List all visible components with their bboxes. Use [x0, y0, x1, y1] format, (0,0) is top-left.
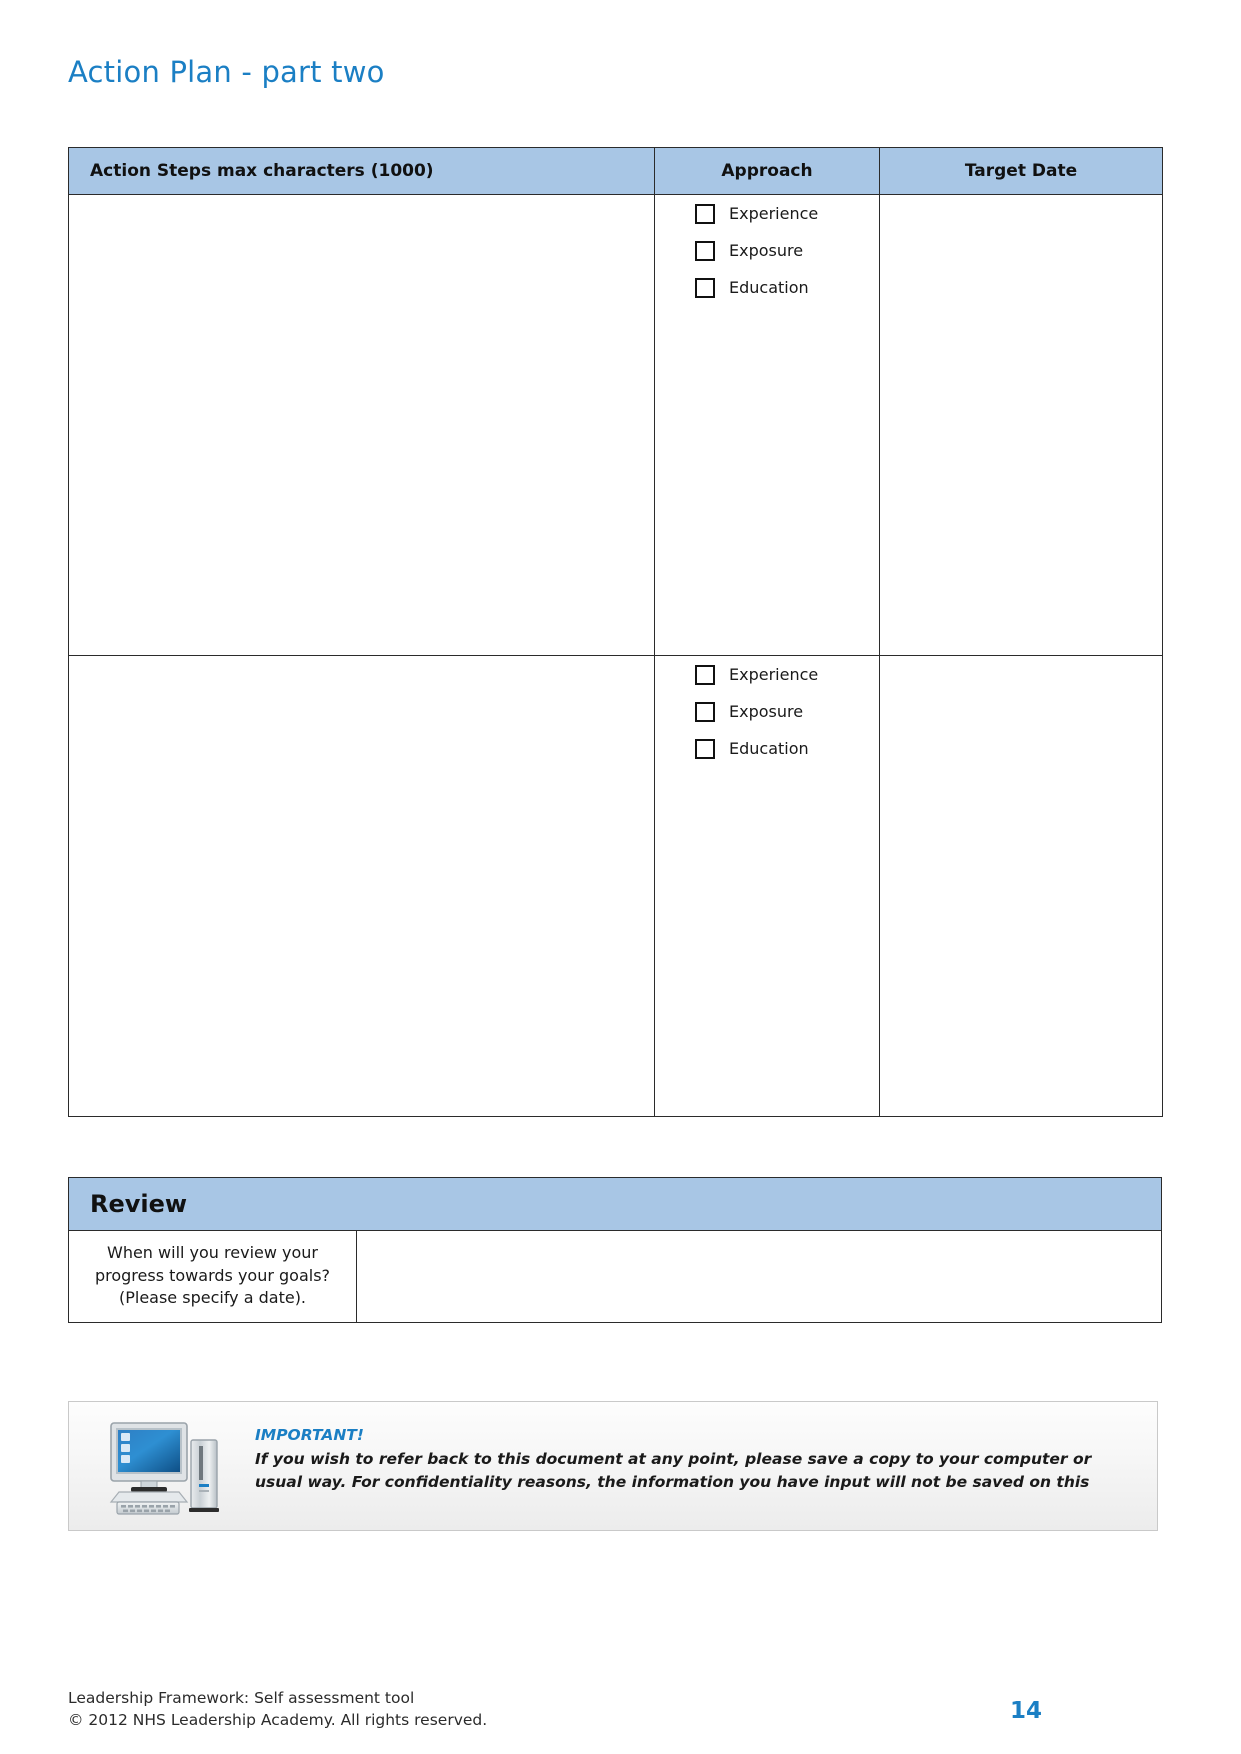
- review-table: Review When will you review your progres…: [68, 1177, 1162, 1323]
- list-item[interactable]: Exposure: [695, 232, 879, 269]
- action-table-header-row: Action Steps max characters (1000) Appro…: [68, 147, 1163, 195]
- important-notice-text: IMPORTANT! If you wish to refer back to …: [255, 1424, 1241, 1495]
- list-item[interactable]: Education: [695, 730, 879, 767]
- review-date-input[interactable]: [356, 1230, 1162, 1323]
- checkbox-label-exposure-row-2: Exposure: [729, 702, 804, 721]
- important-notice-box: IMPORTANT! If you wish to refer back to …: [68, 1401, 1158, 1531]
- list-item[interactable]: Education: [695, 269, 879, 306]
- checkbox-label-experience-row-1: Experience: [729, 204, 819, 223]
- review-heading: Review: [68, 1177, 1162, 1231]
- list-item[interactable]: Experience: [695, 656, 879, 693]
- checkbox-education-row-1[interactable]: [695, 277, 715, 298]
- column-header-action-steps: Action Steps max characters (1000): [68, 147, 655, 195]
- review-question-row: When will you review your progress towar…: [68, 1230, 1162, 1323]
- important-notice-title: IMPORTANT!: [255, 1426, 364, 1444]
- target-date-input-row-2[interactable]: [879, 655, 1163, 1117]
- important-notice-line-2: usual way. For confidentiality reasons, …: [255, 1473, 1090, 1492]
- checkbox-label-experience-row-2: Experience: [729, 665, 819, 684]
- column-header-approach: Approach: [654, 147, 880, 195]
- page-number: 14: [1010, 1698, 1043, 1724]
- desktop-computer-icon: [109, 1422, 219, 1515]
- approach-checkbox-group-row-1: Experience Exposure Education: [655, 195, 879, 306]
- review-question-line-1: When will you review your: [107, 1243, 318, 1262]
- important-notice-line-1: If you wish to refer back to this docume…: [255, 1449, 1092, 1468]
- checkbox-education-row-2[interactable]: [695, 738, 715, 759]
- action-plan-table: Action Steps max characters (1000) Appro…: [68, 147, 1163, 1117]
- review-question-label: When will you review your progress towar…: [68, 1230, 357, 1323]
- list-item[interactable]: Exposure: [695, 693, 879, 730]
- table-row: Experience Exposure Education: [68, 194, 1163, 656]
- approach-cell-row-1: Experience Exposure Education: [654, 194, 880, 656]
- page-title: Action Plan - part two: [68, 55, 385, 89]
- approach-cell-row-2: Experience Exposure Education: [654, 655, 880, 1117]
- approach-checkbox-group-row-2: Experience Exposure Education: [655, 656, 879, 767]
- review-question-line-3: (Please specify a date).: [118, 1288, 307, 1308]
- checkbox-label-education-row-1: Education: [729, 278, 809, 297]
- footer-line-2: © 2012 NHS Leadership Academy. All right…: [68, 1711, 488, 1730]
- footer: Leadership Framework: Self assessment to…: [68, 1687, 487, 1732]
- action-steps-input-row-2[interactable]: [68, 655, 655, 1117]
- checkbox-experience-row-2[interactable]: [695, 664, 715, 685]
- checkbox-label-exposure-row-1: Exposure: [729, 241, 804, 260]
- column-header-action-steps-label: Action Steps max characters (1000): [90, 161, 434, 181]
- review-header-row: Review: [68, 1177, 1162, 1231]
- checkbox-label-education-row-2: Education: [729, 739, 809, 758]
- checkbox-exposure-row-1[interactable]: [695, 240, 715, 261]
- checkbox-exposure-row-2[interactable]: [695, 701, 715, 722]
- action-steps-input-row-1[interactable]: [68, 194, 655, 656]
- list-item[interactable]: Experience: [695, 195, 879, 232]
- review-question-line-2: progress towards your goals?: [94, 1265, 331, 1285]
- table-row: Experience Exposure Education: [68, 655, 1163, 1117]
- target-date-input-row-1[interactable]: [879, 194, 1163, 656]
- column-header-target-date: Target Date: [879, 147, 1163, 195]
- checkbox-experience-row-1[interactable]: [695, 203, 715, 224]
- footer-line-1: Leadership Framework: Self assessment to…: [68, 1689, 415, 1707]
